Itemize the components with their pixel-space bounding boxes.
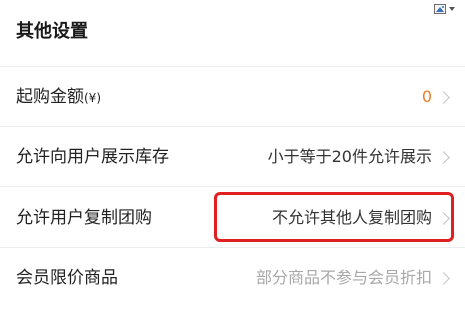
section-title: 其他设置 bbox=[16, 21, 88, 42]
chevron-right-icon bbox=[437, 91, 450, 104]
image-icon bbox=[433, 4, 446, 14]
setting-label: 会员限价商品 bbox=[16, 268, 118, 288]
setting-label-text: 起购金额 bbox=[16, 87, 84, 107]
setting-value: 小于等于20件允许展示 bbox=[267, 147, 432, 166]
setting-label: 起购金额(¥) bbox=[16, 86, 101, 109]
dropdown-caret-icon bbox=[448, 7, 455, 11]
section-header: 其他设置 bbox=[0, 0, 465, 67]
setting-row-member-price[interactable]: 会员限价商品 部分商品不参与会员折扣 bbox=[0, 248, 465, 309]
chevron-right-icon bbox=[437, 272, 450, 285]
setting-value: 部分商品不参与会员折扣 bbox=[255, 268, 432, 287]
image-menu-button[interactable] bbox=[429, 0, 459, 18]
highlight-box bbox=[214, 192, 454, 242]
setting-label: 允许向用户展示库存 bbox=[16, 147, 169, 167]
currency-suffix: (¥) bbox=[84, 91, 101, 105]
chevron-right-icon bbox=[437, 151, 450, 164]
setting-value: 0 bbox=[421, 87, 432, 106]
setting-label: 允许用户复制团购 bbox=[16, 208, 152, 228]
setting-row-min-purchase[interactable]: 起购金额(¥) 0 bbox=[0, 67, 465, 127]
setting-row-show-stock[interactable]: 允许向用户展示库存 小于等于20件允许展示 bbox=[0, 127, 465, 187]
